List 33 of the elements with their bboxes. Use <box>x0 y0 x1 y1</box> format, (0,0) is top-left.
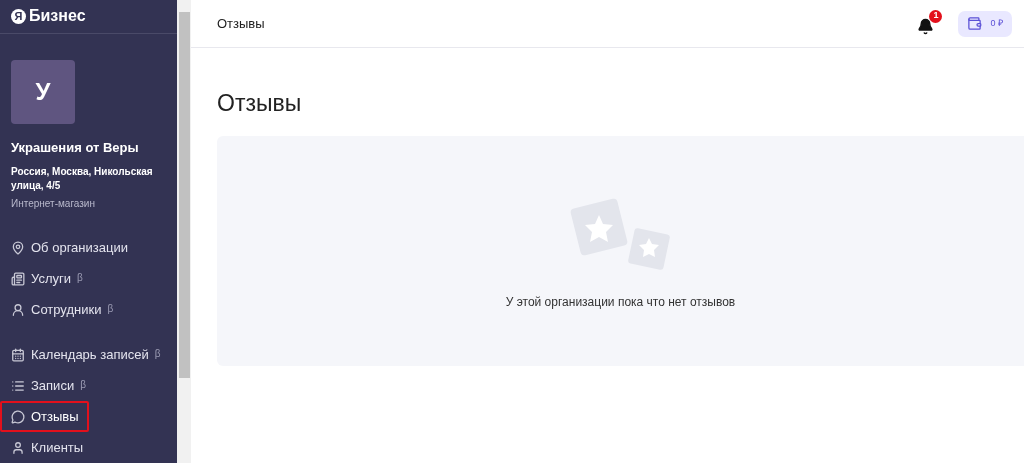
beta-label: β <box>107 302 114 316</box>
nav-item[interactable]: Календарь записей β <box>0 339 171 370</box>
wallet-icon <box>967 16 983 31</box>
balance-button[interactable]: 0 ₽ <box>958 10 1012 37</box>
empty-message: У этой организации пока что нет отзывов <box>505 294 736 311</box>
bell-icon <box>917 18 934 35</box>
header-title: Отзывы <box>217 14 265 33</box>
nav-item[interactable]: Клиенты <box>0 432 94 463</box>
nav-item[interactable]: Сотрудники β <box>0 294 124 325</box>
page-heading: Отзывы <box>217 89 303 118</box>
scrollbar[interactable] <box>177 0 191 463</box>
notifications-button[interactable]: 1 <box>914 9 943 38</box>
beta-label: β <box>77 271 83 285</box>
notification-count: 1 <box>929 9 943 23</box>
nav-item[interactable]: Об организации <box>0 232 138 263</box>
logo-mark: Я <box>11 8 26 24</box>
person-icon <box>11 440 25 455</box>
person-icon <box>11 302 25 317</box>
newspaper-icon <box>11 271 25 286</box>
organization-name: Украшения от Веры <box>11 138 140 157</box>
chat-bubble-icon <box>11 409 25 424</box>
logo-text: Бизнес <box>29 6 86 27</box>
pin-icon <box>11 240 25 255</box>
organization-address: Россия, Москва, Никольская улица, 4/5 <box>11 165 154 193</box>
nav-item[interactable]: Услуги β <box>0 263 93 294</box>
nav-item[interactable]: Записи β <box>0 370 96 401</box>
nav-item[interactable]: Отзывы <box>0 401 89 432</box>
beta-label: β <box>80 378 86 392</box>
organization-avatar: У <box>11 59 75 124</box>
list-icon <box>11 378 25 393</box>
beta-label: β <box>154 347 161 361</box>
organization-category: Интернет-магазин <box>11 197 96 211</box>
calendar-icon <box>11 347 25 362</box>
